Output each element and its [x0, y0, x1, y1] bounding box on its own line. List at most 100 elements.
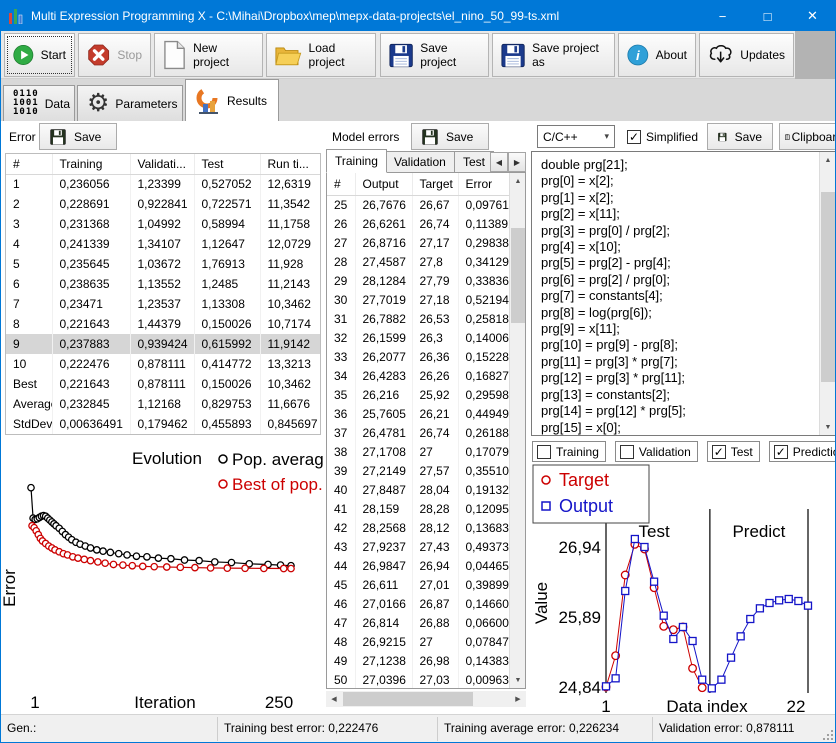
table-row[interactable]: 3726,478126,740,261882 — [327, 423, 510, 442]
table-row[interactable]: 70,234711,235371,1330810,3462 — [6, 294, 320, 314]
table-row[interactable]: 60,2386351,135521,248511,2143 — [6, 274, 320, 294]
model-errors-save-button[interactable]: Save — [411, 123, 489, 150]
table-row[interactable]: 100,2224760,8781110,41477213,3213 — [6, 354, 320, 374]
language-select[interactable]: C/C++ ▾ — [537, 125, 615, 148]
table-row[interactable]: 3625,760526,210,449498 — [327, 404, 510, 423]
table-row[interactable]: 3526,21625,920,295984 — [327, 385, 510, 404]
code-panel[interactable]: double prg[21]; prg[0] = x[2]; prg[1] = … — [531, 151, 836, 436]
tab-parameters[interactable]: ⚙ Parameters — [77, 85, 183, 121]
scroll-down-icon[interactable]: ▼ — [820, 419, 836, 435]
scroll-down-icon[interactable]: ▼ — [510, 672, 526, 688]
table-row[interactable]: 4927,123826,980,143835 — [327, 651, 510, 670]
table-row[interactable]: 4426,984726,940,044650 — [327, 556, 510, 575]
table-row[interactable]: 3326,207726,360,152287 — [327, 347, 510, 366]
new-project-button[interactable]: New project — [154, 33, 263, 77]
table-row[interactable]: 2526,767626,670,097612 — [327, 195, 510, 214]
toolbar-filler — [795, 31, 835, 79]
checkbox-box[interactable] — [537, 445, 551, 459]
subtab-validation[interactable]: Validation — [385, 151, 455, 173]
table-row[interactable]: 2626,626126,740,113891 — [327, 214, 510, 233]
table-row[interactable]: 3226,159926,30,140062 — [327, 328, 510, 347]
svg-text:Predict: Predict — [732, 522, 785, 541]
checkbox-box[interactable]: ✓ — [712, 445, 726, 459]
simplified-checkbox[interactable]: ✓ Simplified — [621, 125, 704, 148]
table-row[interactable]: 3827,1708270,170794 — [327, 442, 510, 461]
checkbox-validation[interactable]: Validation — [615, 441, 698, 462]
window-title: Multi Expression Programming X - C:\Miha… — [31, 9, 559, 23]
table-row[interactable]: 4726,81426,880,066008 — [327, 613, 510, 632]
table-row[interactable]: 2928,128427,790,338365 — [327, 271, 510, 290]
scroll-right-icon[interactable]: ▶ — [510, 691, 526, 707]
table-row[interactable]: 30,2313681,049920,5899411,1758 — [6, 214, 320, 234]
table-row[interactable]: Average0,2328451,121680,82975311,6676 — [6, 394, 320, 414]
table-row[interactable]: 5027,039627,030,009634 — [327, 670, 510, 689]
error-label: Error — [9, 130, 36, 144]
close-button[interactable]: ✕ — [790, 1, 835, 31]
table-row[interactable]: 80,2216431,443790,15002610,7174 — [6, 314, 320, 334]
subtab-training[interactable]: Training — [326, 149, 387, 173]
scrollbar-thumb[interactable] — [821, 192, 835, 382]
svg-text:Output: Output — [559, 496, 613, 516]
table-row[interactable]: 10,2360561,233990,52705212,6319 — [6, 174, 320, 194]
scroll-up-icon[interactable]: ▲ — [820, 152, 836, 168]
table-row[interactable]: 90,2378830,9394240,61599211,9142 — [6, 334, 320, 354]
scroll-up-icon[interactable]: ▲ — [510, 173, 526, 189]
about-button[interactable]: i About — [618, 33, 696, 77]
table-row[interactable]: Best0,2216430,8781110,15002610,3462 — [6, 374, 320, 394]
scroll-left-icon[interactable]: ◀ — [326, 691, 342, 707]
table-row[interactable]: 4128,15928,280,120951 — [327, 499, 510, 518]
table-row[interactable]: 3027,701927,180,521945 — [327, 290, 510, 309]
tab-scroll-left-button[interactable]: ◀ — [490, 152, 508, 172]
table-row[interactable]: 50,2356451,036721,7691311,928 — [6, 254, 320, 274]
svg-text:25,89: 25,89 — [558, 608, 601, 627]
table-row[interactable]: 3126,788226,530,258182 — [327, 309, 510, 328]
table-row[interactable]: 4627,016626,870,146609 — [327, 594, 510, 613]
checkbox-box[interactable]: ✓ — [627, 130, 641, 144]
subtab-test[interactable]: Test — [454, 151, 494, 173]
code-scrollbar[interactable]: ▲ ▼ — [819, 152, 835, 435]
checkbox-predictions[interactable]: ✓Predictions — [769, 441, 836, 462]
checkbox-test[interactable]: ✓Test — [707, 441, 760, 462]
table-row[interactable]: 20,2286910,9228410,72257111,3542 — [6, 194, 320, 214]
save-project-button[interactable]: Save project — [380, 33, 489, 77]
scrollbar-thumb[interactable] — [511, 228, 525, 323]
clipboard-button[interactable]: Clipboard — [779, 123, 836, 150]
updates-button[interactable]: Updates — [699, 33, 794, 77]
table-row[interactable]: 4228,256828,120,136832 — [327, 518, 510, 537]
table-row[interactable]: 4826,9215270,078470 — [327, 632, 510, 651]
tab-results[interactable]: Results — [185, 79, 279, 121]
svg-text:1: 1 — [30, 693, 39, 712]
load-project-button[interactable]: Load project — [266, 33, 376, 77]
column-header: Target — [412, 173, 458, 195]
scrollbar-thumb[interactable] — [343, 692, 473, 706]
model-errors-scrollbar[interactable]: ▲ ▼ — [509, 173, 525, 688]
maximize-button[interactable]: □ — [745, 1, 790, 31]
model-errors-hscrollbar[interactable]: ◀ ▶ — [326, 691, 526, 707]
save-floppy-icon — [718, 129, 727, 145]
table-row[interactable]: StdDev0,006364910,1794620,4558930,845697 — [6, 414, 320, 434]
tab-data[interactable]: 011010011010 Data — [3, 85, 75, 121]
stop-button[interactable]: Stop — [78, 33, 151, 77]
tab-scroll-right-button[interactable]: ▶ — [508, 152, 526, 172]
results-chart-icon — [195, 87, 221, 115]
save-project-as-button[interactable]: Save project as — [492, 33, 615, 77]
code-save-button[interactable]: Save — [707, 123, 773, 150]
checkbox-box[interactable]: ✓ — [774, 445, 788, 459]
table-row[interactable]: 4327,923727,430,493738 — [327, 537, 510, 556]
table-row[interactable]: 40,2413391,341071,1264712,0729 — [6, 234, 320, 254]
checkbox-box[interactable] — [620, 445, 634, 459]
start-icon — [13, 41, 34, 69]
table-row[interactable]: 4027,848728,040,191323 — [327, 480, 510, 499]
table-row[interactable]: 3426,428326,260,168276 — [327, 366, 510, 385]
start-button[interactable]: Start — [4, 33, 75, 77]
minimize-button[interactable]: − — [700, 1, 745, 31]
resize-grip[interactable] — [821, 728, 834, 741]
error-save-button[interactable]: Save — [39, 123, 117, 150]
table-row[interactable]: 3927,214927,570,355103 — [327, 461, 510, 480]
table-row[interactable]: 4526,61127,010,398998 — [327, 575, 510, 594]
checkbox-training[interactable]: Training — [532, 441, 606, 462]
table-row[interactable]: 2726,871627,170,298384 — [327, 233, 510, 252]
evolution-chart: EvolutionPop. averageBest of pop.Error1I… — [1, 438, 323, 716]
table-row[interactable]: 2827,458727,80,341298 — [327, 252, 510, 271]
svg-text:Pop. average: Pop. average — [232, 450, 323, 469]
